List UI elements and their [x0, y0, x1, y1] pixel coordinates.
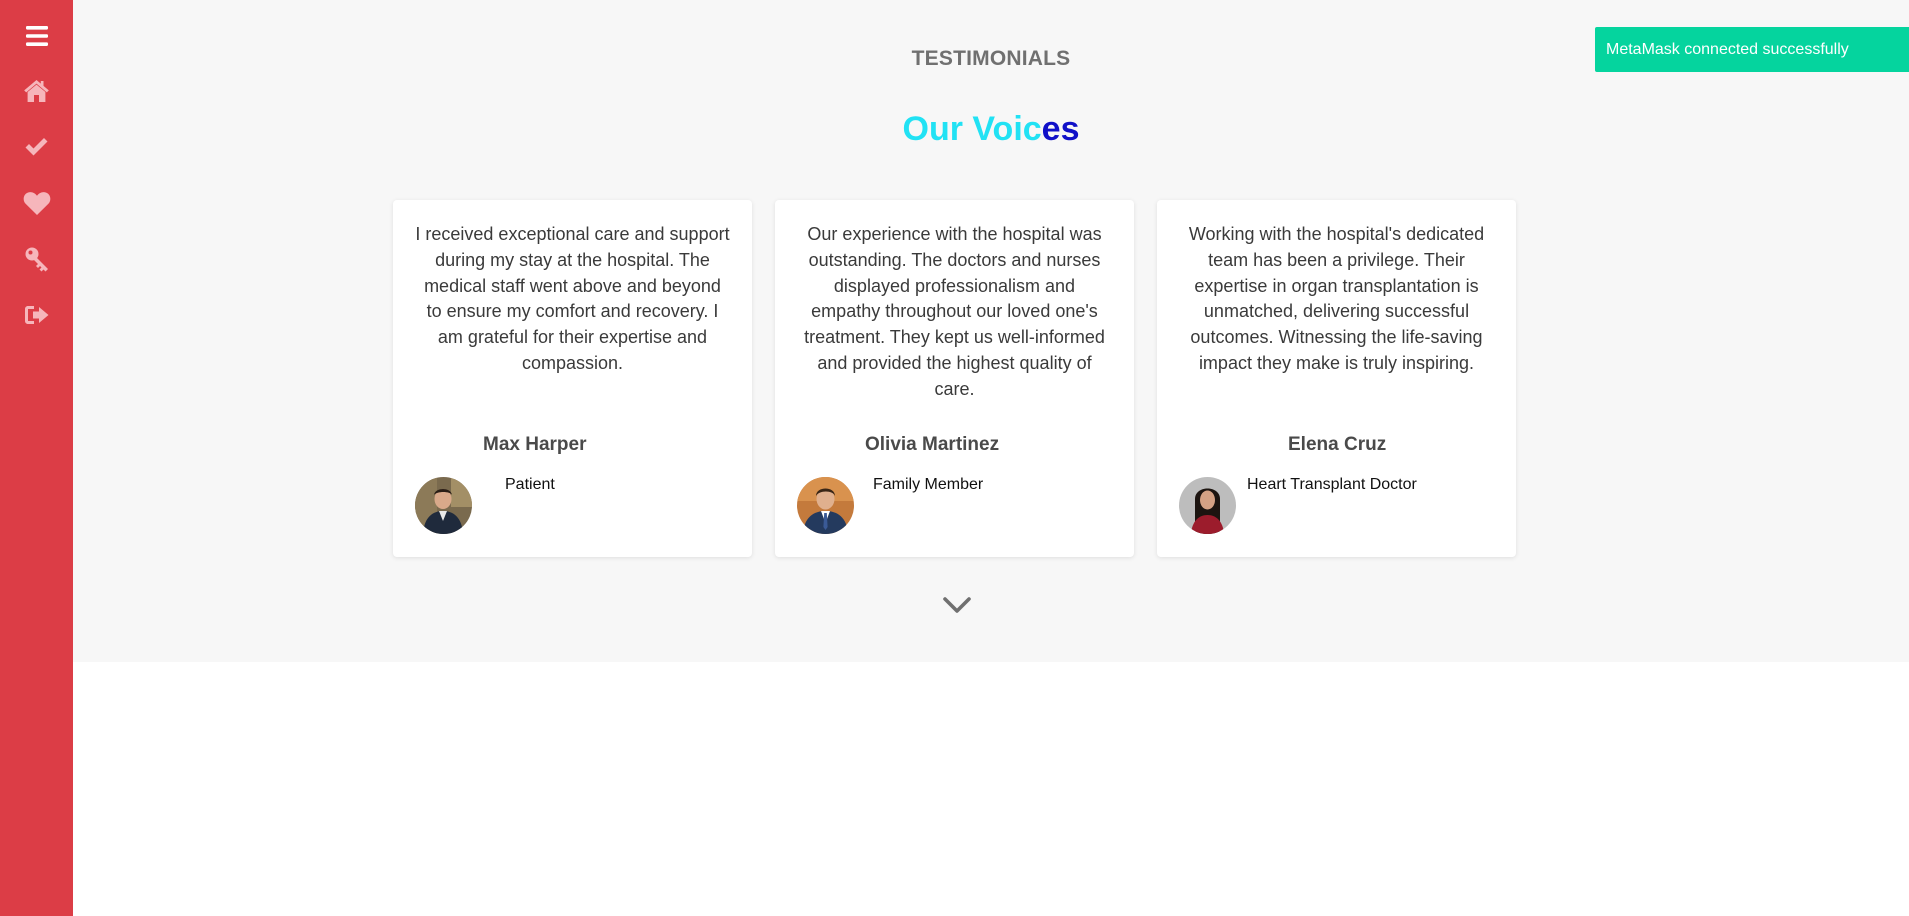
- testimonial-author-name: Elena Cruz: [1288, 434, 1387, 455]
- sidebar-item-home[interactable]: [0, 69, 73, 113]
- testimonial-quote: I received exceptional care and support …: [415, 224, 730, 373]
- testimonial-quote: Our experience with the hospital was out…: [804, 224, 1105, 399]
- testimonial-author-name: Olivia Martinez: [865, 434, 1000, 455]
- testimonials-section: TESTIMONIALS Our Voices I received excep…: [73, 0, 1909, 662]
- sidebar-item-access-keys[interactable]: [0, 237, 73, 281]
- home-icon: [24, 80, 49, 102]
- testimonial-quote: Working with the hospital's dedicated te…: [1188, 224, 1485, 373]
- toast-notification[interactable]: MetaMask connected successfully: [1595, 27, 1909, 72]
- testimonial-author-role: Family Member: [873, 476, 984, 493]
- menu-toggle-button[interactable]: [0, 14, 73, 58]
- heading-main-text: Our Voic: [902, 110, 1042, 148]
- testimonial-author-role: Patient: [505, 476, 555, 493]
- testimonial-card: Working with the hospital's dedicated te…: [1157, 200, 1516, 557]
- avatar: [797, 477, 854, 534]
- toast-message: MetaMask connected successfully: [1606, 40, 1849, 58]
- hamburger-menu-icon: [25, 26, 48, 46]
- avatar: [415, 477, 472, 534]
- testimonial-card: Our experience with the hospital was out…: [775, 200, 1134, 557]
- sign-out-icon: [24, 306, 48, 324]
- sidebar: [0, 0, 73, 916]
- heading-tail-text: es: [1041, 110, 1080, 148]
- heart-icon: [23, 191, 50, 215]
- section-heading: Our Voices: [73, 106, 1909, 152]
- testimonial-author-name: Max Harper: [483, 434, 587, 455]
- checkmark-icon: [25, 138, 48, 156]
- avatar: [1179, 477, 1236, 534]
- testimonial-author-role: Heart Transplant Doctor: [1247, 476, 1417, 493]
- key-icon: [25, 247, 48, 272]
- sidebar-item-sign-out[interactable]: [0, 293, 73, 337]
- sidebar-item-approvals[interactable]: [0, 125, 73, 169]
- chevron-down-icon: [943, 597, 971, 613]
- scroll-down-button[interactable]: [941, 594, 973, 616]
- testimonial-card: I received exceptional care and support …: [393, 200, 752, 557]
- sidebar-item-favorites[interactable]: [0, 181, 73, 225]
